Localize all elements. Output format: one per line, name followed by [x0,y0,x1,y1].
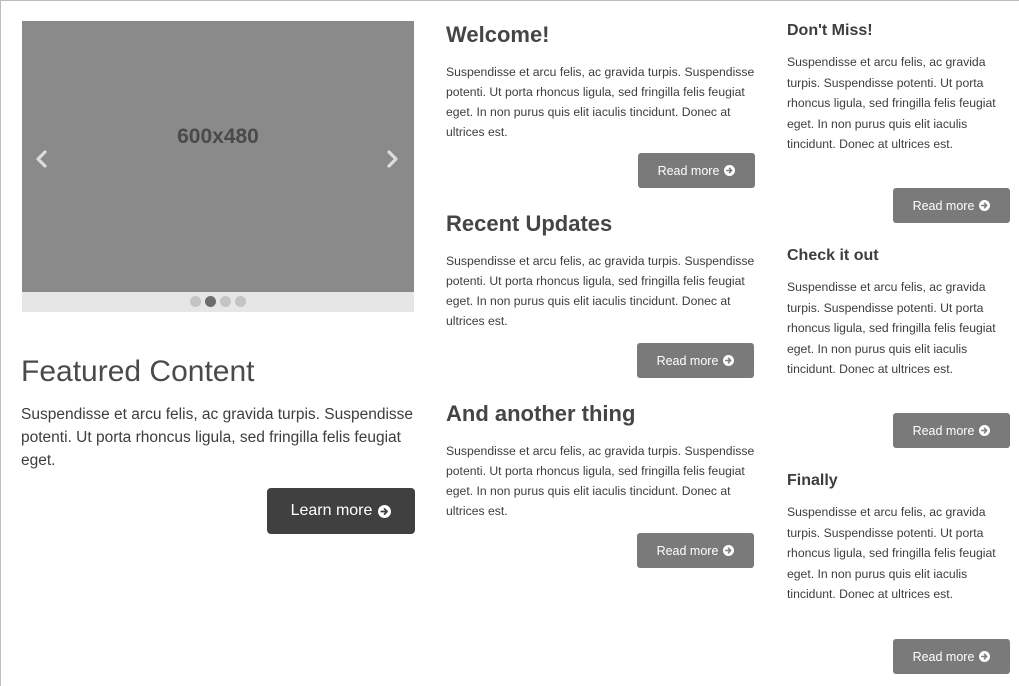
read-more-button-dont-miss[interactable]: Read more [893,188,1010,223]
featured-body: Suspendisse et arcu felis, ac gravida tu… [21,406,414,469]
read-more-label: Read more [657,163,720,178]
circle-arrow-right-icon [378,504,392,518]
read-more-button-finally[interactable]: Read more [893,639,1010,674]
circle-arrow-right-icon [979,651,991,662]
read-more-label: Read more [656,353,719,368]
carousel-dot[interactable] [190,295,201,307]
carousel-dot[interactable] [220,295,231,307]
section-title-recent-updates: Recent Updates [446,211,613,236]
slide-image-placeholder-label: 600x480 [177,125,259,148]
carousel-dot-active[interactable] [205,295,216,307]
circle-arrow-right-icon [979,200,991,211]
carousel-slide-image: 600x480 [22,21,414,292]
read-more-label: Read more [912,423,975,438]
featured-title: Featured Content [21,355,255,388]
image-carousel: 600x480 [22,21,414,312]
read-more-button-check-it-out[interactable]: Read more [893,413,1010,448]
read-more-label: Read more [656,543,719,558]
carousel-dot[interactable] [235,295,246,307]
section-body-welcome: Suspendisse et arcu felis, ac gravida tu… [446,65,755,139]
section-body-another-thing: Suspendisse et arcu felis, ac gravida tu… [446,444,755,518]
section-title-finally: Finally [787,472,838,489]
circle-arrow-right-icon [724,165,736,176]
read-more-label: Read more [912,198,975,213]
read-more-button-another-thing[interactable]: Read more [637,533,754,568]
section-title-dont-miss: Don't Miss! [787,22,873,39]
learn-more-label: Learn more [290,502,373,519]
section-title-check-it-out: Check it out [787,247,879,264]
circle-arrow-right-icon [723,545,735,556]
section-body-check-it-out: Suspendisse et arcu felis, ac gravida tu… [787,280,996,376]
circle-arrow-right-icon [723,355,735,366]
read-more-button-welcome[interactable]: Read more [638,153,755,188]
chevron-right-icon[interactable] [380,145,404,173]
learn-more-button[interactable]: Learn more [267,488,415,534]
read-more-button-recent-updates[interactable]: Read more [637,343,754,378]
section-title-welcome: Welcome! [446,22,550,47]
section-body-dont-miss: Suspendisse et arcu felis, ac gravida tu… [787,55,996,151]
section-title-another-thing: And another thing [446,401,636,426]
chevron-left-icon[interactable] [30,145,54,173]
read-more-label: Read more [912,649,975,664]
section-body-recent-updates: Suspendisse et arcu felis, ac gravida tu… [446,254,755,328]
section-body-finally: Suspendisse et arcu felis, ac gravida tu… [787,505,996,601]
carousel-indicators [22,294,414,308]
circle-arrow-right-icon [979,425,991,436]
